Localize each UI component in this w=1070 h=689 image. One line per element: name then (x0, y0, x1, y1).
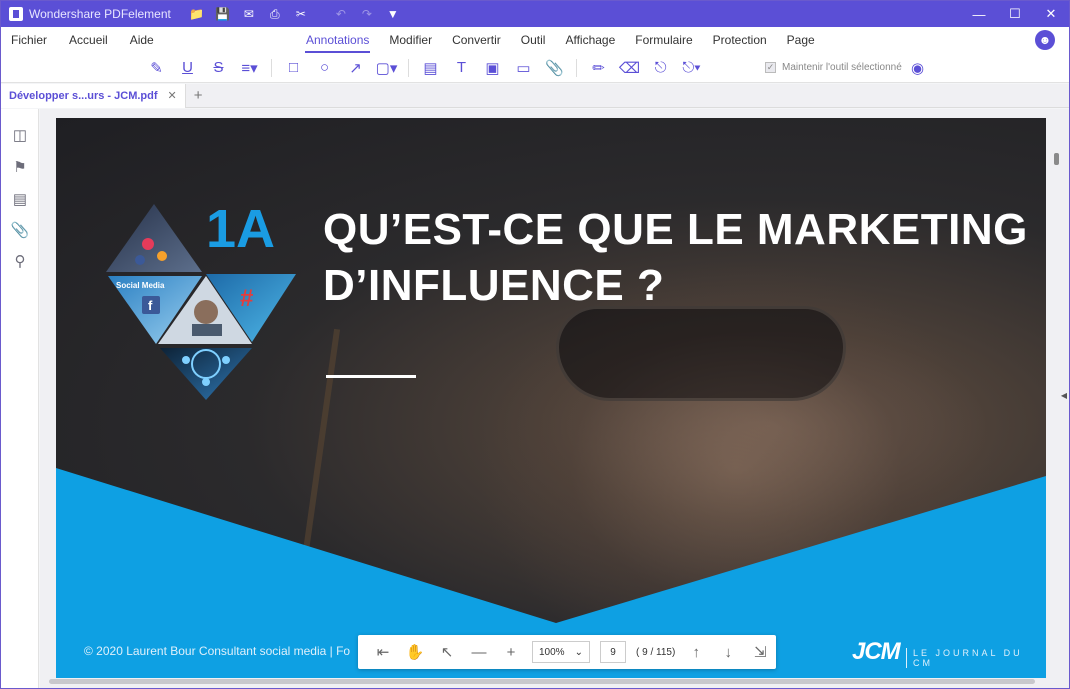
menu-file[interactable]: Fichier (11, 33, 47, 47)
minimize-icon[interactable]: — (961, 1, 997, 27)
strikethrough-icon[interactable]: S (203, 56, 234, 80)
tab-page[interactable]: Page (786, 33, 816, 47)
close-tab-icon[interactable]: ✕ (168, 89, 177, 102)
highlight-icon[interactable]: ✎ (141, 56, 172, 80)
circle-icon[interactable]: ○ (309, 56, 340, 80)
keep-tool-checkbox[interactable]: ✓ (765, 62, 776, 73)
scissors-icon[interactable]: ✂ (291, 5, 311, 23)
title-underline (326, 375, 416, 378)
annotation-toolbar: ✎ U S ≡▾ □ ○ ↗ ▢▾ ▤ T ▣ ▭ 📎 ✏ ⌫ ⎋ ⎋▾ ✓ M… (1, 53, 1069, 83)
comments-icon[interactable]: ▤ (10, 189, 30, 209)
document-view: f Social Media # 1A QU’EST-CE QUE LE MAR… (40, 109, 1069, 688)
app-logo-icon (9, 7, 23, 21)
page-count: ( 9 / 115) (636, 646, 676, 658)
page-navigation-bar: ⇤ ✋ ↖ — + 100% ⌄ 9 ( 9 / 115) ↑ ↓ ⇲ (358, 635, 776, 669)
textbox-icon[interactable]: ▣ (477, 56, 508, 80)
hand-tool-icon[interactable]: ✋ (404, 641, 426, 663)
maximize-icon[interactable]: ☐ (997, 1, 1033, 27)
previous-page-icon[interactable]: ↑ (685, 641, 707, 663)
tab-form[interactable]: Formulaire (634, 33, 693, 47)
folder-open-icon[interactable]: 📁 (187, 5, 207, 23)
text-format-dropdown-icon[interactable]: ≡▾ (234, 56, 265, 80)
callout-icon[interactable]: ▭ (508, 56, 539, 80)
eye-icon[interactable]: ◉ (911, 59, 924, 77)
text-icon[interactable]: T (446, 56, 477, 80)
slide-title: QU’EST-CE QUE LE MARKETING D’INFLUENCE ? (323, 202, 1028, 314)
fit-width-icon[interactable]: ⇤ (372, 641, 394, 663)
keep-tool-option[interactable]: ✓ Maintenir l'outil sélectionné (765, 62, 902, 73)
tab-modify[interactable]: Modifier (388, 33, 433, 47)
email-icon[interactable]: ✉ (239, 5, 259, 23)
section-number: 1A (206, 199, 276, 259)
fit-page-icon[interactable]: ⇲ (749, 641, 771, 663)
divider (576, 58, 577, 77)
vertical-scrollbar[interactable] (1054, 153, 1059, 165)
select-tool-icon[interactable]: ↖ (436, 641, 458, 663)
arrow-icon[interactable]: ↗ (340, 56, 371, 80)
zoom-out-icon[interactable]: — (468, 641, 490, 663)
jcm-logo: JCM (852, 638, 901, 665)
divider (271, 58, 272, 77)
tab-convert[interactable]: Convertir (451, 33, 502, 47)
print-icon[interactable]: ⎙ (265, 5, 285, 23)
slide-title-line1: QU’EST-CE QUE LE MARKETING (323, 205, 1028, 254)
save-icon[interactable]: 💾 (213, 5, 233, 23)
thumbnails-icon[interactable]: ◫ (10, 125, 30, 145)
pencil-icon[interactable]: ✏ (583, 56, 614, 80)
horizontal-scrollbar[interactable] (49, 679, 1035, 684)
menu-help[interactable]: Aide (130, 33, 154, 47)
slide-footer: © 2020 Laurent Bour Consultant social me… (84, 644, 351, 658)
tab-protection[interactable]: Protection (712, 33, 768, 47)
window-controls: — ☐ ✕ (961, 1, 1069, 27)
document-tab-strip: Développer s...urs - JCM.pdf ✕ + (1, 83, 1069, 108)
underline-icon[interactable]: U (172, 56, 203, 80)
svg-text:f: f (148, 298, 153, 313)
redo-icon[interactable]: ↷ (357, 5, 377, 23)
app-title: Wondershare PDFelement (29, 7, 171, 21)
slide-title-line2: D’INFLUENCE ? (323, 261, 665, 310)
document-tab[interactable]: Développer s...urs - JCM.pdf ✕ (1, 83, 186, 108)
title-bar: Wondershare PDFelement 📁 💾 ✉ ⎙ ✂ ↶ ↷ ▼ —… (1, 1, 1069, 27)
dropdown-icon[interactable]: ▼ (383, 5, 403, 23)
comment-icon[interactable]: ▤ (415, 56, 446, 80)
bookmark-icon[interactable]: ⚑ (10, 157, 30, 177)
eraser-icon[interactable]: ⌫ (614, 56, 645, 80)
zoom-level-select[interactable]: 100% ⌄ (532, 641, 590, 663)
tab-annotations[interactable]: Annotations (305, 33, 371, 53)
search-icon[interactable]: ⚲ (10, 251, 30, 271)
collage-caption: Social Media (116, 281, 165, 290)
document-tab-label: Développer s...urs - JCM.pdf (9, 89, 158, 102)
undo-icon[interactable]: ↶ (331, 5, 351, 23)
divider (408, 58, 409, 77)
menu-bar: Fichier Accueil Aide Annotations Modifie… (1, 27, 1069, 53)
attachment-panel-icon[interactable]: 📎 (10, 220, 30, 240)
jcm-tagline: LE JOURNAL DU CM (906, 648, 1046, 668)
quick-access-toolbar: 📁 💾 ✉ ⎙ ✂ ↶ ↷ ▼ (187, 5, 403, 23)
user-avatar-icon[interactable]: ☻ (1035, 30, 1055, 50)
close-icon[interactable]: ✕ (1033, 1, 1069, 27)
zoom-in-icon[interactable]: + (500, 641, 522, 663)
chevron-down-icon: ⌄ (574, 646, 583, 658)
menu-home[interactable]: Accueil (69, 33, 108, 47)
zoom-level-value: 100% (539, 646, 565, 658)
app-window: Wondershare PDFelement 📁 💾 ✉ ⎙ ✂ ↶ ↷ ▼ —… (0, 0, 1070, 689)
page-number-input[interactable]: 9 (600, 641, 626, 663)
left-side-panel: ◫ ⚑ ▤ 📎 ⚲ (1, 109, 39, 688)
rectangle-icon[interactable]: □ (278, 56, 309, 80)
pdf-page: f Social Media # 1A QU’EST-CE QUE LE MAR… (56, 118, 1046, 678)
signature-dropdown-icon[interactable]: ⎋▾ (676, 56, 707, 80)
attachment-icon[interactable]: 📎 (539, 56, 570, 80)
keep-tool-label: Maintenir l'outil sélectionné (782, 62, 902, 73)
tab-tool[interactable]: Outil (520, 33, 547, 47)
next-page-icon[interactable]: ↓ (717, 641, 739, 663)
tab-view[interactable]: Affichage (564, 33, 616, 47)
new-tab-icon[interactable]: + (194, 87, 203, 104)
expand-right-panel-icon[interactable]: ◀ (1061, 391, 1067, 400)
svg-text:#: # (240, 285, 253, 312)
stamp-icon[interactable]: ⎋ (645, 56, 676, 80)
shape-dropdown-icon[interactable]: ▢▾ (371, 56, 402, 80)
